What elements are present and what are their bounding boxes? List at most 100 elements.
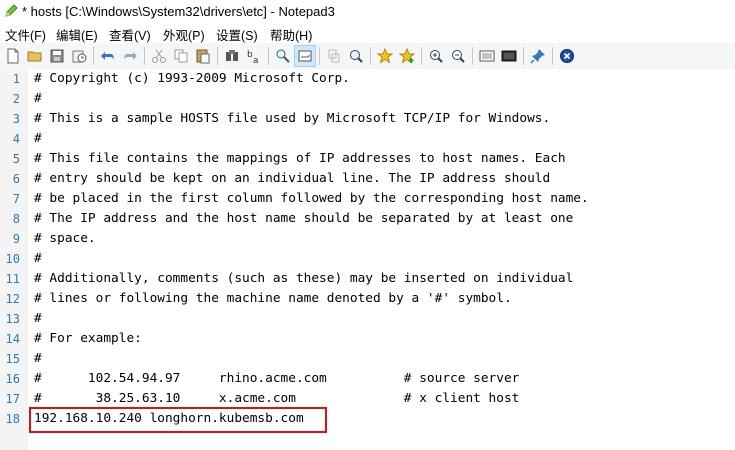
console-button[interactable] [499,46,519,66]
toolbar-separator [217,47,218,65]
undo-button[interactable] [98,46,118,66]
editor-area[interactable]: 1 2 3 4 5 6 7 8 9 10 11 12 13 14 15 16 17 18 # Copyright … [0,69,735,450]
word-wrap-icon [298,50,312,62]
line-number: 3 [12,112,20,126]
toolbar-separator [268,47,269,65]
menu-view[interactable]: 查看(V) [109,25,151,44]
pin-button[interactable] [528,46,548,66]
line-number: 2 [12,92,20,106]
line-number: 17 [5,392,20,406]
menu-appearance[interactable]: 外观(P) [163,25,205,44]
open-folder-icon [27,51,42,62]
find-in-files-icon [276,49,290,63]
line-number: 1 [12,72,20,86]
code-line[interactable]: # [34,349,42,369]
code-line[interactable]: # This is a sample HOSTS file used by Mi… [34,109,550,129]
zoom-out-icon [452,50,465,63]
line-number: 15 [5,352,20,366]
close-file-button[interactable] [557,46,577,66]
code-line[interactable]: # This file contains the mappings of IP … [34,149,566,169]
zoom-out-button[interactable] [448,46,468,66]
save-icon [50,49,64,63]
code-line[interactable]: # [34,309,42,329]
menu-bar: 文件(F) 编辑(E) 查看(V) 外观(P) 设置(S) 帮助(H) [0,24,735,43]
new-file-icon [7,48,19,64]
cut-button[interactable] [149,46,169,66]
scheme-icon [479,50,495,62]
line-number: 13 [5,312,20,326]
new-file-button[interactable] [3,46,23,66]
zoom-in-button[interactable] [426,46,446,66]
select-block-icon [328,49,340,63]
highlight-annotation [29,407,327,433]
copy-icon [174,49,188,63]
close-file-icon [560,49,574,63]
zoom-search-icon [350,50,363,63]
copy-button[interactable] [171,46,191,66]
replace-button[interactable]: ba [244,46,264,66]
favorites-icon [377,48,393,64]
code-line[interactable]: # 38.25.63.10 x.acme.com # x client host [34,389,519,409]
add-favorite-button[interactable] [397,46,417,66]
word-wrap-button[interactable] [294,45,316,67]
code-line[interactable]: # [34,89,42,109]
line-number: 4 [12,132,20,146]
find-in-files-button[interactable] [273,46,293,66]
paste-icon [196,49,210,64]
zoom-search-button[interactable] [346,46,366,66]
line-number: 6 [12,172,20,186]
redo-icon [124,52,137,61]
code-line[interactable]: # entry should be kept on an individual … [34,169,550,189]
menu-help[interactable]: 帮助(H) [270,25,312,44]
cut-icon [152,49,166,63]
favorites-button[interactable] [375,46,395,66]
window-title: * hosts [C:\Windows\System32\drivers\etc… [22,4,335,19]
save-button[interactable] [47,46,67,66]
open-button[interactable] [25,46,45,66]
select-block-button[interactable] [324,46,344,66]
recent-files-button[interactable] [69,46,89,66]
toolbar-separator [523,47,524,65]
toolbar-separator [421,47,422,65]
line-number: 10 [5,252,20,266]
replace-icon: ba [247,50,259,64]
menu-edit[interactable]: 编辑(E) [56,25,98,44]
code-line[interactable]: # lines or following the machine name de… [34,289,512,309]
recent-files-icon [72,50,87,63]
line-number: 18 [5,412,20,426]
paste-button[interactable] [193,46,213,66]
code-line[interactable]: # space. [34,229,96,249]
line-number: 16 [5,372,20,386]
line-number: 9 [12,232,20,246]
title-bar: * hosts [C:\Windows\System32\drivers\etc… [0,0,735,24]
line-number: 5 [12,152,20,166]
toolbar-separator [552,47,553,65]
find-icon [226,50,238,61]
find-button[interactable] [222,46,242,66]
code-line[interactable]: # The IP address and the host name shoul… [34,209,573,229]
code-line[interactable]: # Additionally, comments (such as these)… [34,269,573,289]
console-icon [501,50,517,62]
scheme-button[interactable] [477,46,497,66]
toolbar-separator [93,47,94,65]
menu-file[interactable]: 文件(F) [5,25,46,44]
toolbar-separator [472,47,473,65]
code-line[interactable]: # be placed in the first column followed… [34,189,589,209]
line-number: 8 [12,212,20,226]
line-number: 14 [5,332,20,346]
code-line[interactable]: # For example: [34,329,142,349]
notepad3-app-icon [5,4,18,17]
pin-icon [530,49,545,64]
code-line[interactable]: # 102.54.94.97 rhino.acme.com # source s… [34,369,519,389]
toolbar-separator [370,47,371,65]
code-line[interactable]: # [34,129,42,149]
code-line[interactable]: # [34,249,42,269]
redo-button[interactable] [120,46,140,66]
line-number: 12 [5,292,20,306]
undo-icon [101,52,114,61]
code-line[interactable]: # Copyright (c) 1993-2009 Microsoft Corp… [34,69,350,89]
toolbar: ba [0,43,735,69]
svg-text:a: a [253,56,259,64]
add-favorite-icon [399,48,415,64]
menu-settings[interactable]: 设置(S) [216,25,258,44]
